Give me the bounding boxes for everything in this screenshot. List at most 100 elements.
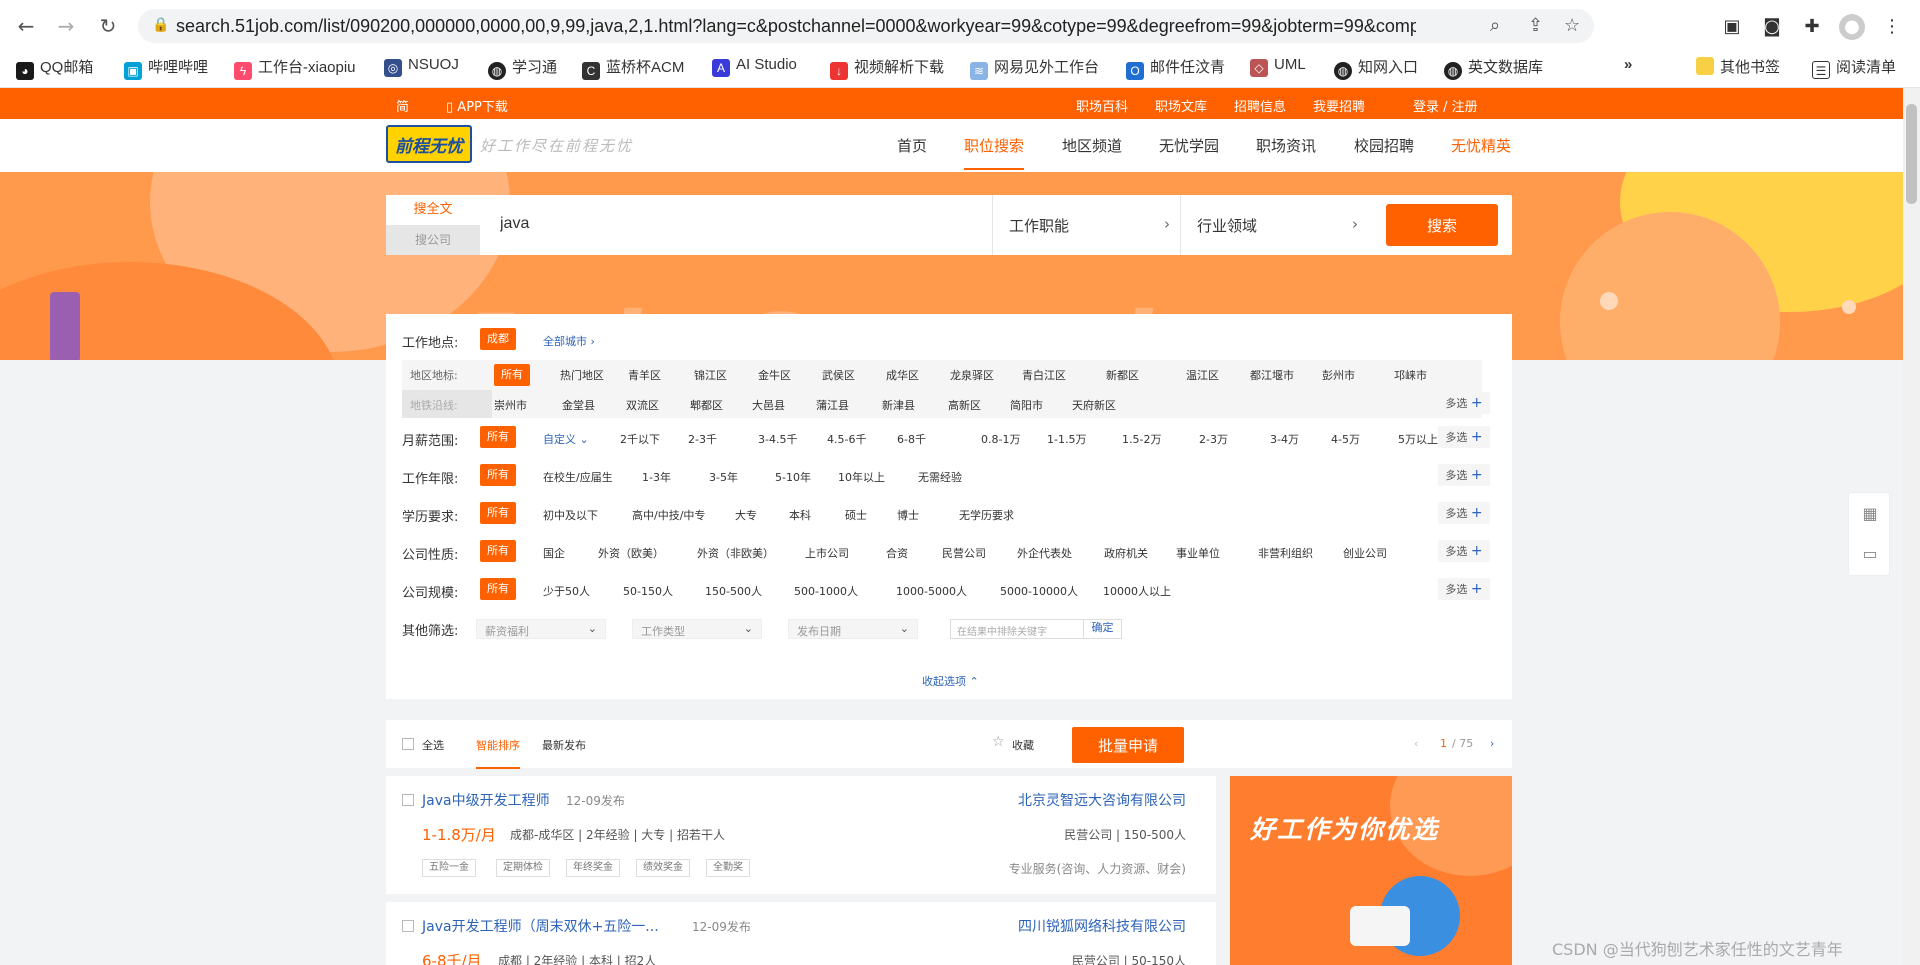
size-option[interactable]: 1000-5000人 — [896, 583, 967, 599]
years-option[interactable]: 10年以上 — [838, 469, 885, 485]
metro-option[interactable]: 郫都区 — [690, 397, 723, 413]
nature-option[interactable]: 上市公司 — [805, 545, 849, 561]
location-selected[interactable]: 成都 — [480, 328, 516, 350]
years-option[interactable]: 在校生/应届生 — [543, 469, 613, 485]
salary-option[interactable]: 4.5-6千 — [827, 431, 866, 447]
nature-option[interactable]: 事业单位 — [1176, 545, 1220, 561]
size-all[interactable]: 所有 — [480, 578, 516, 600]
metro-option[interactable]: 金堂县 — [562, 397, 595, 413]
favorite-label[interactable]: 收藏 — [1012, 737, 1034, 753]
area-multi-select[interactable]: 多选 + — [1438, 392, 1490, 414]
years-multi-select[interactable]: 多选 + — [1438, 464, 1490, 486]
nature-option[interactable]: 合资 — [886, 545, 908, 561]
nature-option[interactable]: 国企 — [543, 545, 565, 561]
size-option[interactable]: 150-500人 — [705, 583, 762, 599]
bookmarks-overflow[interactable]: » — [1624, 56, 1632, 73]
profile-avatar[interactable]: ● — [1839, 14, 1865, 40]
edu-option[interactable]: 博士 — [897, 507, 919, 523]
site-logo[interactable]: 前程无忧 — [386, 125, 472, 163]
salary-option[interactable]: 3-4万 — [1270, 431, 1299, 447]
metro-option[interactable]: 双流区 — [626, 397, 659, 413]
job-card[interactable]: Java开发工程师（周末双休+五险一... 12-09发布 四川锐狐网络科技有限… — [386, 902, 1216, 965]
topbar-link-hire[interactable]: 我要招聘 — [1313, 96, 1365, 115]
all-cities-link[interactable]: 全部城市 › — [543, 333, 595, 349]
area-option[interactable]: 金牛区 — [758, 367, 791, 383]
star-icon[interactable]: ☆ — [1564, 15, 1580, 36]
page-next-icon[interactable]: › — [1490, 737, 1494, 750]
industry-dropdown[interactable]: 行业领域 › — [1180, 195, 1368, 255]
bookmark-aistudio[interactable]: A AI Studio — [712, 56, 797, 77]
edu-option[interactable]: 无学历要求 — [959, 507, 1014, 523]
metro-option[interactable]: 大邑县 — [752, 397, 785, 413]
publish-date-dropdown[interactable]: 发布日期 ⌄ — [788, 619, 918, 639]
nav-region[interactable]: 地区频道 — [1062, 135, 1122, 156]
metro-option[interactable]: 简阳市 — [1010, 397, 1043, 413]
salary-multi-select[interactable]: 多选 + — [1438, 426, 1490, 448]
topbar-link-info[interactable]: 招聘信息 — [1234, 96, 1286, 115]
area-option[interactable]: 邛崃市 — [1394, 367, 1427, 383]
exclude-keyword-input[interactable]: 在结果中排除关键字 确定 — [950, 619, 1122, 639]
job-title[interactable]: Java中级开发工程师 — [422, 790, 550, 810]
size-option[interactable]: 500-1000人 — [794, 583, 858, 599]
url-text[interactable]: search.51job.com/list/090200,000000,0000… — [176, 16, 1416, 37]
address-bar[interactable]: 🔒 search.51job.com/list/090200,000000,00… — [138, 9, 1594, 43]
topbar-link-baike[interactable]: 职场百科 — [1076, 96, 1128, 115]
edu-option[interactable]: 高中/中技/中专 — [632, 507, 705, 523]
salary-option[interactable]: 1.5-2万 — [1122, 431, 1161, 447]
exclude-confirm-button[interactable]: 确定 — [1083, 619, 1121, 639]
area-option[interactable]: 成华区 — [886, 367, 919, 383]
years-option[interactable]: 无需经验 — [918, 469, 962, 485]
bookmark-uml[interactable]: ◇ UML — [1250, 56, 1306, 77]
edu-option[interactable]: 初中及以下 — [543, 507, 598, 523]
salary-option[interactable]: 4-5万 — [1331, 431, 1360, 447]
size-option[interactable]: 5000-10000人 — [1000, 583, 1078, 599]
area-all[interactable]: 所有 — [494, 364, 530, 386]
size-option[interactable]: 50-150人 — [623, 583, 673, 599]
bookmark-bilibili[interactable]: ▣ 哔哩哔哩 — [124, 56, 208, 80]
years-option[interactable]: 1-3年 — [642, 469, 671, 485]
select-all-checkbox[interactable] — [402, 738, 414, 750]
tab-search-company[interactable]: 搜公司 — [386, 225, 480, 255]
menu-kebab-icon[interactable]: ⋮ — [1879, 14, 1905, 40]
nature-option[interactable]: 外企代表处 — [1017, 545, 1072, 561]
area-option[interactable]: 武侯区 — [822, 367, 855, 383]
star-outline-icon[interactable]: ☆ — [992, 734, 1005, 750]
reload-icon[interactable]: ↻ — [94, 12, 122, 40]
nature-multi-select[interactable]: 多选 + — [1438, 540, 1490, 562]
salary-option[interactable]: 3-4.5千 — [758, 431, 797, 447]
nature-all[interactable]: 所有 — [480, 540, 516, 562]
login-register-link[interactable]: 登录 / 注册 — [1413, 96, 1478, 115]
bookmark-qq[interactable]: ◕ QQ邮箱 — [16, 56, 93, 80]
salary-all[interactable]: 所有 — [480, 426, 516, 448]
job-checkbox[interactable] — [402, 920, 414, 932]
reading-list[interactable]: ☰ 阅读清单 — [1812, 56, 1896, 79]
bookmark-mail[interactable]: O 邮件任汶青 — [1126, 56, 1225, 80]
forward-icon[interactable]: → — [52, 12, 80, 40]
bookmark-nsuoj[interactable]: ◎ NSUOJ — [384, 56, 459, 77]
nav-home[interactable]: 首页 — [897, 135, 927, 156]
back-icon[interactable]: ← — [12, 12, 40, 40]
area-option[interactable]: 热门地区 — [560, 367, 604, 383]
bookmark-video[interactable]: ↓ 视频解析下载 — [830, 56, 944, 80]
collapse-options-link[interactable]: 收起选项 ⌃ — [922, 673, 979, 689]
years-option[interactable]: 3-5年 — [709, 469, 738, 485]
chat-icon[interactable]: ▭ — [1859, 543, 1881, 565]
area-option[interactable]: 青羊区 — [628, 367, 661, 383]
area-option[interactable]: 彭州市 — [1322, 367, 1355, 383]
metro-option[interactable]: 高新区 — [948, 397, 981, 413]
nature-option[interactable]: 政府机关 — [1104, 545, 1148, 561]
app-download-link[interactable]: ▯ APP下载 — [446, 96, 508, 115]
metro-option[interactable]: 天府新区 — [1072, 397, 1116, 413]
salary-option[interactable]: 2-3千 — [688, 431, 717, 447]
edu-all[interactable]: 所有 — [480, 502, 516, 524]
job-card[interactable]: Java中级开发工程师 12-09发布 北京灵智远大咨询有限公司 1-1.8万/… — [386, 776, 1216, 894]
puzzle-icon[interactable]: ✚ — [1799, 14, 1825, 40]
nav-news[interactable]: 职场资讯 — [1256, 135, 1316, 156]
salary-option[interactable]: 2千以下 — [620, 431, 660, 447]
edu-multi-select[interactable]: 多选 + — [1438, 502, 1490, 524]
nature-option[interactable]: 民营公司 — [942, 545, 986, 561]
page-scrollbar[interactable] — [1903, 88, 1920, 965]
bookmark-netease[interactable]: ≋ 网易见外工作台 — [970, 56, 1099, 80]
simplified-toggle[interactable]: 简 — [396, 96, 409, 115]
metro-option[interactable]: 新津县 — [882, 397, 915, 413]
